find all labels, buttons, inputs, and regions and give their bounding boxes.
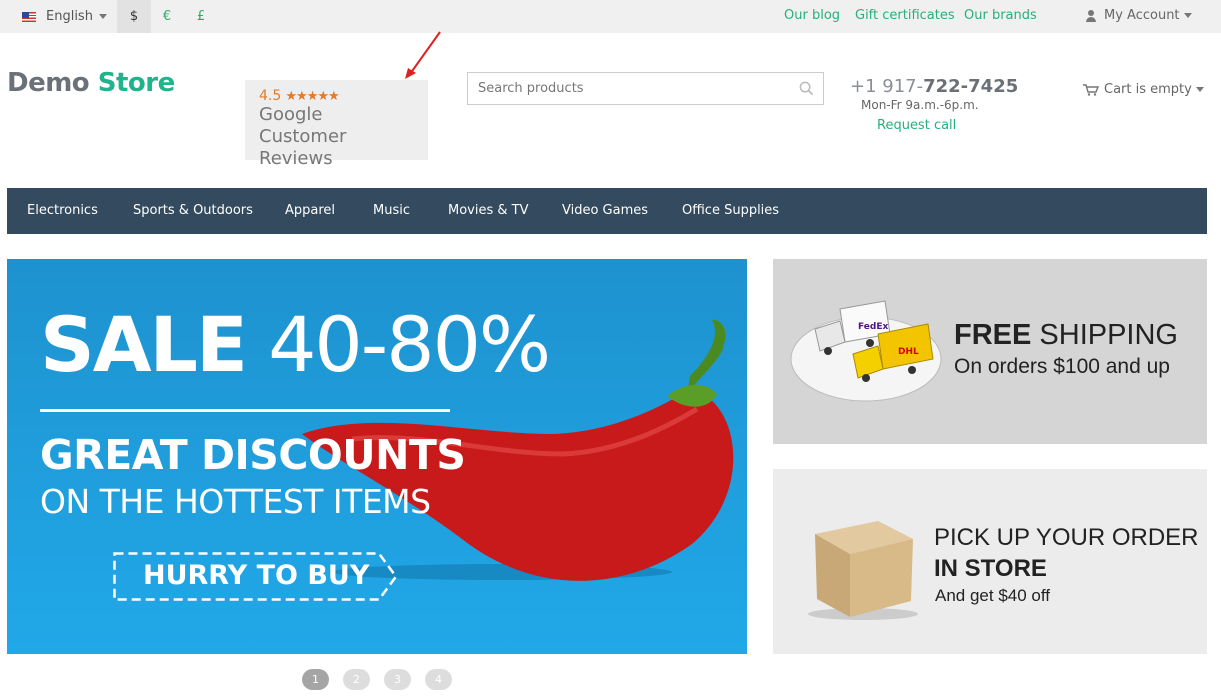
phone-number: +1 917-722-7425 [850, 76, 1018, 97]
hero-divider [40, 409, 450, 412]
logo-part2: Store [97, 68, 175, 98]
free-shipping-title: FREE SHIPPING [954, 319, 1178, 352]
my-account-menu[interactable]: My Account [1085, 8, 1192, 23]
pickup-line3: And get $40 off [935, 586, 1051, 605]
shipping-word: SHIPPING [1039, 319, 1178, 351]
my-account-label: My Account [1104, 8, 1180, 23]
business-hours: Mon-Fr 9a.m.-6p.m. [861, 98, 979, 112]
top-bar: English $ € £ Our blog Gift certificates… [0, 0, 1221, 33]
free-shipping-subtitle: On orders $100 and up [954, 355, 1170, 378]
sale-range: 40-80% [268, 300, 551, 389]
chevron-down-icon [98, 14, 107, 19]
pickup-line1: PICK UP YOUR ORDER [934, 524, 1199, 551]
user-icon [1085, 9, 1097, 22]
reviews-customer-label: Customer Reviews [259, 126, 347, 169]
rating-value: 4.5 [259, 88, 282, 104]
cart-menu[interactable]: Cart is empty [1083, 82, 1204, 97]
gift-certificates-link[interactable]: Gift certificates [855, 8, 955, 23]
annotation-arrow-icon [405, 31, 441, 79]
free-word: FREE [954, 319, 1032, 351]
nav-item-office-supplies[interactable]: Office Supplies [682, 203, 779, 218]
phone-main: 722-7425 [923, 76, 1019, 97]
logo-part1: Demo [7, 68, 90, 98]
cart-label: Cart is empty [1104, 82, 1192, 97]
slide-dot-2[interactable]: 2 [343, 669, 370, 690]
language-selector[interactable]: English [10, 0, 117, 33]
hurry-label: HURRY TO BUY [143, 560, 370, 591]
currency-usd[interactable]: $ [117, 0, 151, 33]
nav-item-apparel[interactable]: Apparel [285, 203, 335, 218]
hurry-to-buy-button[interactable]: HURRY TO BUY [113, 552, 398, 601]
star-rating-icon: ★★★★★ [285, 89, 339, 104]
chevron-down-icon [1183, 13, 1192, 18]
delivery-trucks-image: FedEx DHL [790, 300, 942, 402]
category-nav: Electronics Sports & Outdoors Apparel Mu… [7, 188, 1207, 234]
store-logo[interactable]: Demo Store [7, 68, 175, 98]
hero-line1: GREAT DISCOUNTS [40, 431, 466, 479]
slider-pagination: 1 2 3 4 [302, 669, 452, 690]
cardboard-box-image [808, 521, 918, 620]
nav-item-movies-tv[interactable]: Movies & TV [448, 203, 528, 218]
nav-item-sports-outdoors[interactable]: Sports & Outdoors [133, 203, 253, 218]
fedex-label: FedEx [858, 322, 888, 332]
chevron-down-icon [1195, 87, 1204, 92]
hero-line2: ON THE HOTTEST ITEMS [40, 482, 431, 521]
dhl-label: DHL [898, 347, 919, 357]
hero-banner[interactable]: SALE 40-80% GREAT DISCOUNTS ON THE HOTTE… [7, 259, 747, 654]
pickup-line2: IN STORE [934, 555, 1047, 582]
our-brands-link[interactable]: Our brands [964, 8, 1037, 23]
nav-item-music[interactable]: Music [373, 203, 410, 218]
search-box [467, 72, 824, 105]
cart-icon [1083, 83, 1099, 96]
phone-prefix: +1 917- [850, 76, 924, 97]
language-label: English [46, 9, 93, 24]
sale-headline: SALE 40-80% [40, 305, 551, 385]
search-icon[interactable] [799, 81, 814, 96]
nav-item-electronics[interactable]: Electronics [27, 203, 98, 218]
slide-dot-3[interactable]: 3 [384, 669, 411, 690]
nav-item-video-games[interactable]: Video Games [562, 203, 648, 218]
us-flag-icon [22, 11, 36, 22]
search-input[interactable] [478, 81, 788, 96]
currency-eur[interactable]: € [150, 0, 184, 33]
our-blog-link[interactable]: Our blog [784, 8, 840, 23]
free-shipping-banner[interactable]: FedEx DHL FREE SHIPPING On orders $100 a… [773, 259, 1207, 444]
google-reviews-badge[interactable]: 4.5 ★★★★★ Google Customer Reviews [245, 80, 428, 169]
pickup-in-store-banner[interactable]: PICK UP YOUR ORDER IN STORE And get $40 … [773, 469, 1207, 654]
currency-gbp[interactable]: £ [184, 0, 218, 33]
slide-dot-4[interactable]: 4 [425, 669, 452, 690]
reviews-google-label: Google [259, 104, 323, 125]
slide-dot-1[interactable]: 1 [302, 669, 329, 690]
request-call-link[interactable]: Request call [877, 118, 956, 133]
sale-bold: SALE [40, 300, 248, 389]
